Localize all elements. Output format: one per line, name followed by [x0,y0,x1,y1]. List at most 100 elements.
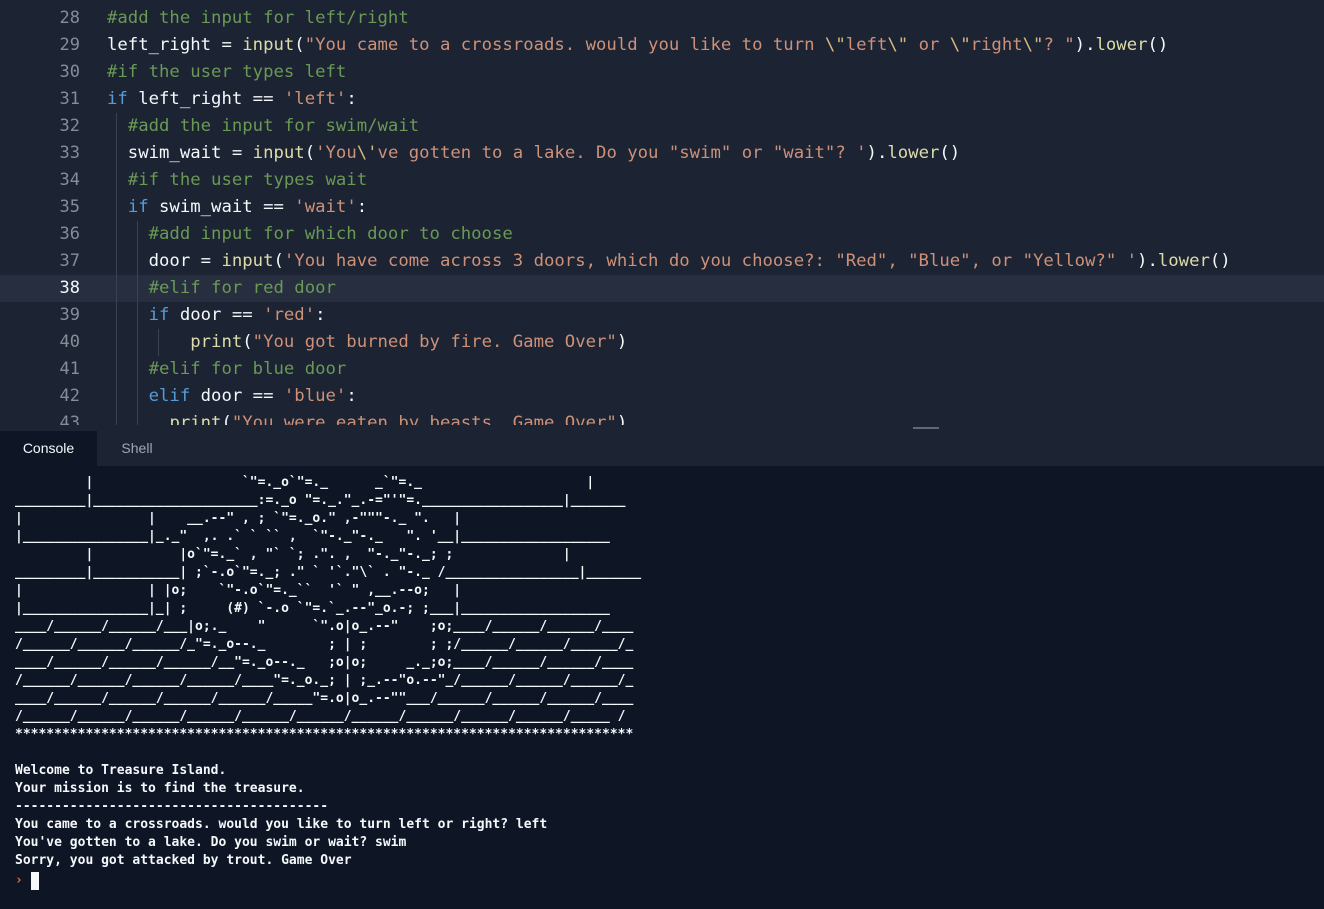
console-panel[interactable]: | `"=._o`"=._ _`"=._ | _________|_______… [0,466,1324,909]
code-token: if [127,197,149,217]
line-number: 29 [59,35,80,55]
code-token: \" [887,35,909,55]
code-line[interactable]: 37 door = input('You have come across 3 … [0,248,1324,275]
code-token: ) [616,413,628,425]
code-editor[interactable]: 28 #add the input for left/right 29 left_ri… [0,0,1324,425]
code-token: ? " [1043,35,1075,55]
code-token: elif [148,386,191,406]
code-token: \" [824,35,846,55]
code-line[interactable]: 29 left_right = input("You came to a cros… [0,32,1324,59]
ascii-art: | `"=._o`"=._ _`"=._ | _________|_______… [15,475,642,742]
line-number: 34 [59,170,80,190]
code-token: ). [1074,35,1096,55]
code-line[interactable]: 32 #add the input for swim/wait [0,113,1324,140]
code-token: () [1147,35,1169,55]
code-text: if door == 'red': [107,302,326,329]
console-line-welcome: Welcome to Treasure Island. [15,763,227,778]
code-token: left [845,35,888,55]
code-text: if swim_wait == 'wait': [107,194,367,221]
code-token: ) [616,332,628,352]
code-text: swim_wait = input('You\'ve gotten to a l… [107,140,960,167]
code-token: \" [1022,35,1044,55]
code-token: ( [242,332,253,352]
code-text: if left_right == 'left': [107,86,357,113]
code-token: ( [221,413,232,425]
code-token: : [315,305,326,325]
line-number: 39 [59,305,80,325]
code-token: = [221,35,243,55]
code-line[interactable]: 40 print("You got burned by fire. Game O… [0,329,1324,356]
code-line[interactable]: 39 if door == 'red': [0,302,1324,329]
code-line[interactable]: 31 if left_right == 'left': [0,86,1324,113]
console-line-lake: You've gotten to a lake. Do you swim or … [15,835,407,850]
code-line[interactable]: 34 #if the user types wait [0,167,1324,194]
code-line[interactable]: 38 #elif for red door [0,275,1324,302]
code-line[interactable]: 28 #add the input for left/right [0,5,1324,32]
code-token: door == [190,386,284,406]
text-cursor [31,872,39,890]
code-token: 'blue' [283,386,347,406]
code-token: "You came to a crossroads. would you lik… [304,35,825,55]
console-line-divider: ---------------------------------------- [15,799,329,814]
code-token: ). [866,143,888,163]
code-token: print [169,413,222,425]
line-number: 36 [59,224,80,244]
code-line[interactable]: 41 #elif for blue door [0,356,1324,383]
console-line-result: Sorry, you got attacked by trout. Game O… [15,853,352,868]
code-line[interactable]: 30 #if the user types left [0,59,1324,86]
code-token: left_right == [127,89,284,109]
code-line[interactable]: 42 elif door == 'blue': [0,383,1324,410]
resize-handle[interactable] [913,427,939,429]
code-token: "You were eaten by beasts. Game Over" [231,413,617,425]
code-token: ( [294,35,305,55]
code-line[interactable]: 43 print("You were eaten by beasts. Game… [0,410,1324,425]
code-token: : [346,89,357,109]
code-token: swim_wait = [107,143,253,163]
code-token: "You got burned by fire. Game Over" [252,332,617,352]
code-text: #elif for blue door [107,356,347,383]
code-text: #if the user types left [107,59,346,86]
console-output: | `"=._o`"=._ _`"=._ | _________|_______… [15,474,641,870]
code-text: #add the input for left/right [107,5,409,32]
code-token: #add the input for left/right [107,8,409,28]
code-token: () [939,143,961,163]
code-token: ). [1137,251,1158,271]
code-token: #elif for blue door [148,359,347,379]
code-token: if [107,89,128,109]
code-token: or [908,35,950,55]
code-line[interactable]: 36 #add input for which door to choose [0,221,1324,248]
code-token: lower [1095,35,1148,55]
tab-shell[interactable]: Shell [97,431,177,466]
code-token: print [190,332,243,352]
code-token: : [356,197,368,217]
line-number: 38 [59,278,80,298]
tab-console[interactable]: Console [0,431,97,466]
line-number: 40 [59,332,80,352]
code-token: #add the input for swim/wait [127,116,420,136]
code-token: left_right [107,35,222,55]
code-text: left_right = input("You came to a crossr… [107,32,1168,59]
code-token: door == [169,305,264,325]
line-number: 31 [59,89,80,109]
code-text: #add input for which door to choose [107,221,513,248]
code-token: input [242,35,295,55]
code-line[interactable]: 33 swim_wait = input('You\'ve gotten to … [0,140,1324,167]
line-number: 43 [59,413,80,425]
code-token: ve gotten to a lake. Do you "swim" or "w… [377,143,867,163]
line-number: 41 [59,359,80,379]
line-number: 35 [59,197,80,217]
code-token: 'You have come across 3 doors, which do … [283,251,1138,271]
code-token: \" [949,35,971,55]
code-line[interactable]: 35 if swim_wait == 'wait': [0,194,1324,221]
code-token: if [148,305,170,325]
code-token: ( [304,143,316,163]
code-token: #add input for which door to choose [148,224,513,244]
code-token: 'left' [283,89,347,109]
code-token: door = [107,251,222,271]
code-token: right [970,35,1023,55]
code-text: #add the input for swim/wait [107,113,419,140]
code-text: #elif for red door [107,275,336,302]
